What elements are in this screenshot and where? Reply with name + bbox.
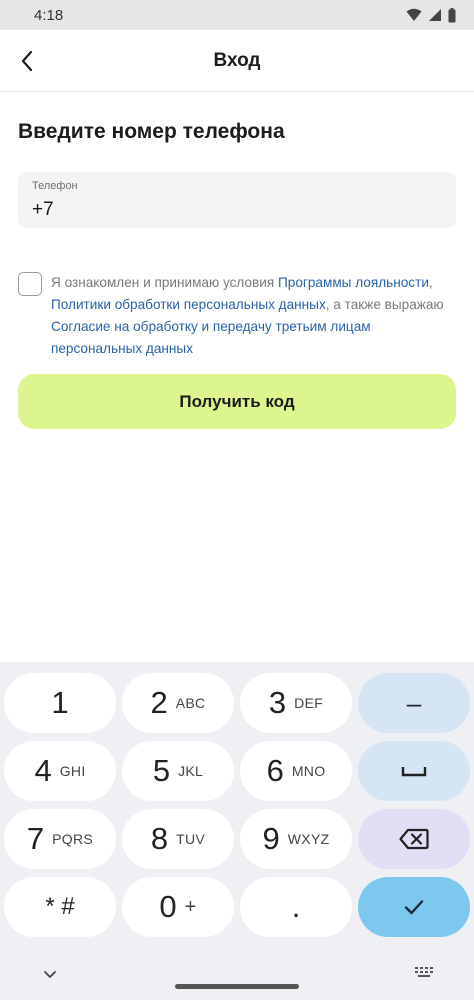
- get-code-button[interactable]: Получить код: [18, 374, 456, 429]
- key-digit: 3: [268, 685, 287, 720]
- key-letters: DEF: [294, 695, 324, 711]
- app-bar: Вход: [0, 30, 474, 92]
- key-2[interactable]: 2 ABC: [122, 673, 234, 733]
- signal-icon: [429, 9, 441, 21]
- numeric-keyboard: 1 2 ABC 3 DEF – 4 GHI 5 JKL 6 MNO 7 PQRS 8 TUV …: [0, 662, 474, 1000]
- key-digit: 7: [26, 821, 45, 856]
- keyboard-collapse-button[interactable]: [38, 962, 62, 986]
- key-dot[interactable]: .: [240, 877, 352, 937]
- battery-icon: [448, 7, 456, 22]
- key-digit: 2: [150, 685, 168, 720]
- key-digit: 9: [262, 821, 280, 856]
- key-0[interactable]: 0 +: [122, 877, 234, 937]
- phone-input[interactable]: [32, 199, 432, 221]
- key-9[interactable]: 9 WXYZ: [240, 809, 352, 869]
- key-minus[interactable]: –: [358, 673, 470, 733]
- chevron-left-icon: [21, 50, 33, 72]
- backspace-icon: [399, 828, 429, 850]
- keyboard-icon[interactable]: [411, 964, 437, 984]
- key-digit: 6: [266, 753, 284, 788]
- screen: 4:18 Вход Введите номер телефона Телефон…: [0, 0, 474, 1000]
- wifi-icon: [406, 8, 422, 21]
- key-3[interactable]: 3 DEF: [240, 673, 352, 733]
- consent-checkbox[interactable]: [18, 272, 42, 296]
- key-star-hash[interactable]: * #: [4, 877, 116, 937]
- key-5[interactable]: 5 JKL: [122, 741, 234, 801]
- key-letters: TUV: [176, 831, 206, 847]
- status-time: 4:18: [34, 6, 64, 24]
- key-space[interactable]: [358, 741, 470, 801]
- checkmark-icon: [404, 900, 424, 915]
- consent-text-part: , а также выражаю: [325, 297, 444, 312]
- loyalty-program-link[interactable]: Программы лояльности: [278, 275, 429, 290]
- key-digit: 1: [51, 685, 69, 720]
- key-8[interactable]: 8 TUV: [122, 809, 234, 869]
- consent-block: Я ознакомлен и принимаю условия Программ…: [18, 272, 458, 360]
- phone-field[interactable]: Телефон: [18, 172, 456, 228]
- key-done[interactable]: [358, 877, 470, 937]
- consent-text-part: ,: [428, 275, 433, 290]
- page-title: Вход: [213, 49, 261, 71]
- navigation-handle[interactable]: [175, 984, 299, 989]
- privacy-policy-link[interactable]: Политики обработки персональных данных: [51, 297, 326, 312]
- consent-text: Я ознакомлен и принимаю условия Программ…: [51, 272, 456, 360]
- back-button[interactable]: [8, 42, 46, 80]
- consent-text-part: Я ознакомлен и принимаю условия: [51, 275, 278, 290]
- key-digit: .: [291, 889, 301, 924]
- phone-field-label: Телефон: [32, 180, 78, 192]
- key-digit: 5: [152, 753, 171, 788]
- key-6[interactable]: 6 MNO: [240, 741, 352, 801]
- data-transfer-consent-link[interactable]: Согласие на обработку и передачу третьим…: [51, 319, 371, 356]
- key-letters: MNO: [291, 763, 326, 779]
- chevron-down-icon: [44, 970, 56, 978]
- key-backspace[interactable]: [358, 809, 470, 869]
- key-letters: ABC: [175, 695, 206, 711]
- key-1[interactable]: 1: [4, 673, 116, 733]
- key-7[interactable]: 7 PQRS: [4, 809, 116, 869]
- key-letters: GHI: [59, 763, 86, 779]
- key-letters: PQRS: [52, 831, 94, 847]
- status-icons: [406, 7, 456, 23]
- key-digit: 8: [150, 821, 169, 856]
- key-letters: JKL: [178, 763, 204, 779]
- status-bar: 4:18: [0, 0, 474, 30]
- key-digit: 0: [159, 889, 177, 924]
- keyboard-bottom-bar: [0, 962, 474, 1000]
- key-4[interactable]: 4 GHI: [4, 741, 116, 801]
- form-heading: Введите номер телефона: [18, 120, 285, 143]
- space-icon: [401, 767, 427, 777]
- key-letters: WXYZ: [287, 831, 330, 847]
- minus-symbol: –: [406, 687, 422, 718]
- key-digit: * #: [45, 893, 75, 920]
- key-letters: +: [184, 895, 197, 918]
- key-digit: 4: [34, 753, 52, 788]
